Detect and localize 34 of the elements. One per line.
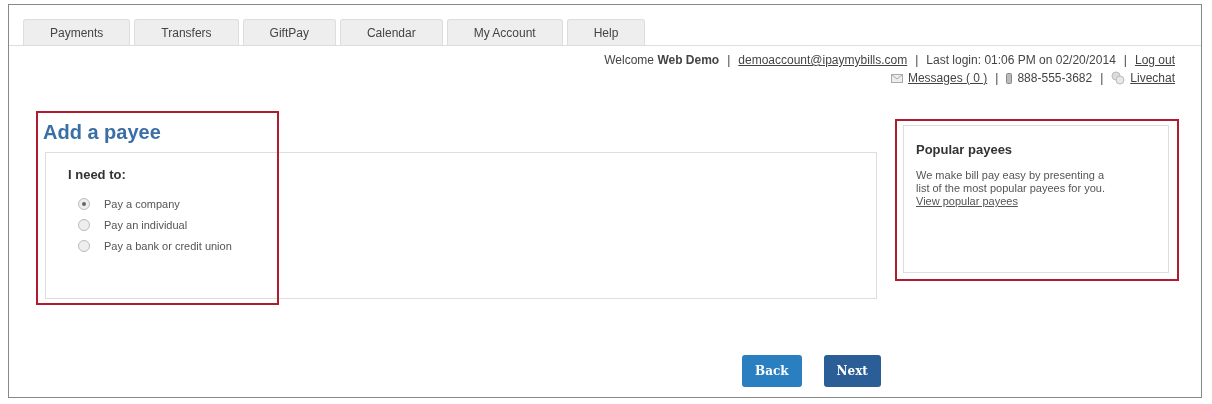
header-link[interactable]: Messages ( 0 ): [907, 71, 988, 85]
phone-icon: [1006, 72, 1013, 84]
radio-button[interactable]: [78, 219, 90, 231]
envelope-icon: [890, 73, 903, 83]
back-button[interactable]: Back: [742, 355, 802, 387]
page-title: Add a payee: [42, 120, 162, 145]
separator: |: [995, 71, 999, 85]
header-text: Welcome Web Demo: [604, 53, 720, 67]
header-text: Last login: 01:06 PM on 02/20/2014: [926, 53, 1116, 67]
nav-tab[interactable]: Help: [566, 19, 646, 45]
option-label: Pay a company: [104, 198, 180, 210]
nav-tab[interactable]: Payments: [23, 19, 131, 45]
separator: |: [727, 53, 731, 67]
next-button[interactable]: Next: [823, 355, 881, 387]
separator: |: [915, 53, 919, 67]
radio-button[interactable]: [78, 198, 90, 210]
header-link[interactable]: Livechat: [1130, 71, 1175, 85]
radio-button[interactable]: [78, 240, 90, 252]
nav-tab[interactable]: Calendar: [339, 19, 443, 45]
separator: |: [1100, 71, 1104, 85]
header-link[interactable]: Log out: [1134, 53, 1175, 67]
chat-icon: [1111, 71, 1126, 85]
form-heading: I need to:: [68, 167, 127, 182]
option-label: Pay an individual: [104, 219, 188, 231]
header-text: 888-555-3682: [1017, 71, 1093, 85]
nav-tab[interactable]: GiftPay: [242, 19, 336, 45]
header-link[interactable]: demoaccount@ipaymybills.com: [738, 53, 908, 67]
panel-title: Popular payees: [916, 142, 1014, 157]
nav-tab[interactable]: Transfers: [134, 19, 239, 45]
panel-text: We make bill pay easy by presenting a list of the most popular payees for you.: [916, 169, 1106, 196]
option-label: Pay a bank or credit union: [104, 240, 232, 252]
popular-link[interactable]: View popular payees: [916, 195, 1112, 209]
separator: |: [1123, 53, 1127, 67]
nav-tab[interactable]: My Account: [446, 19, 563, 45]
